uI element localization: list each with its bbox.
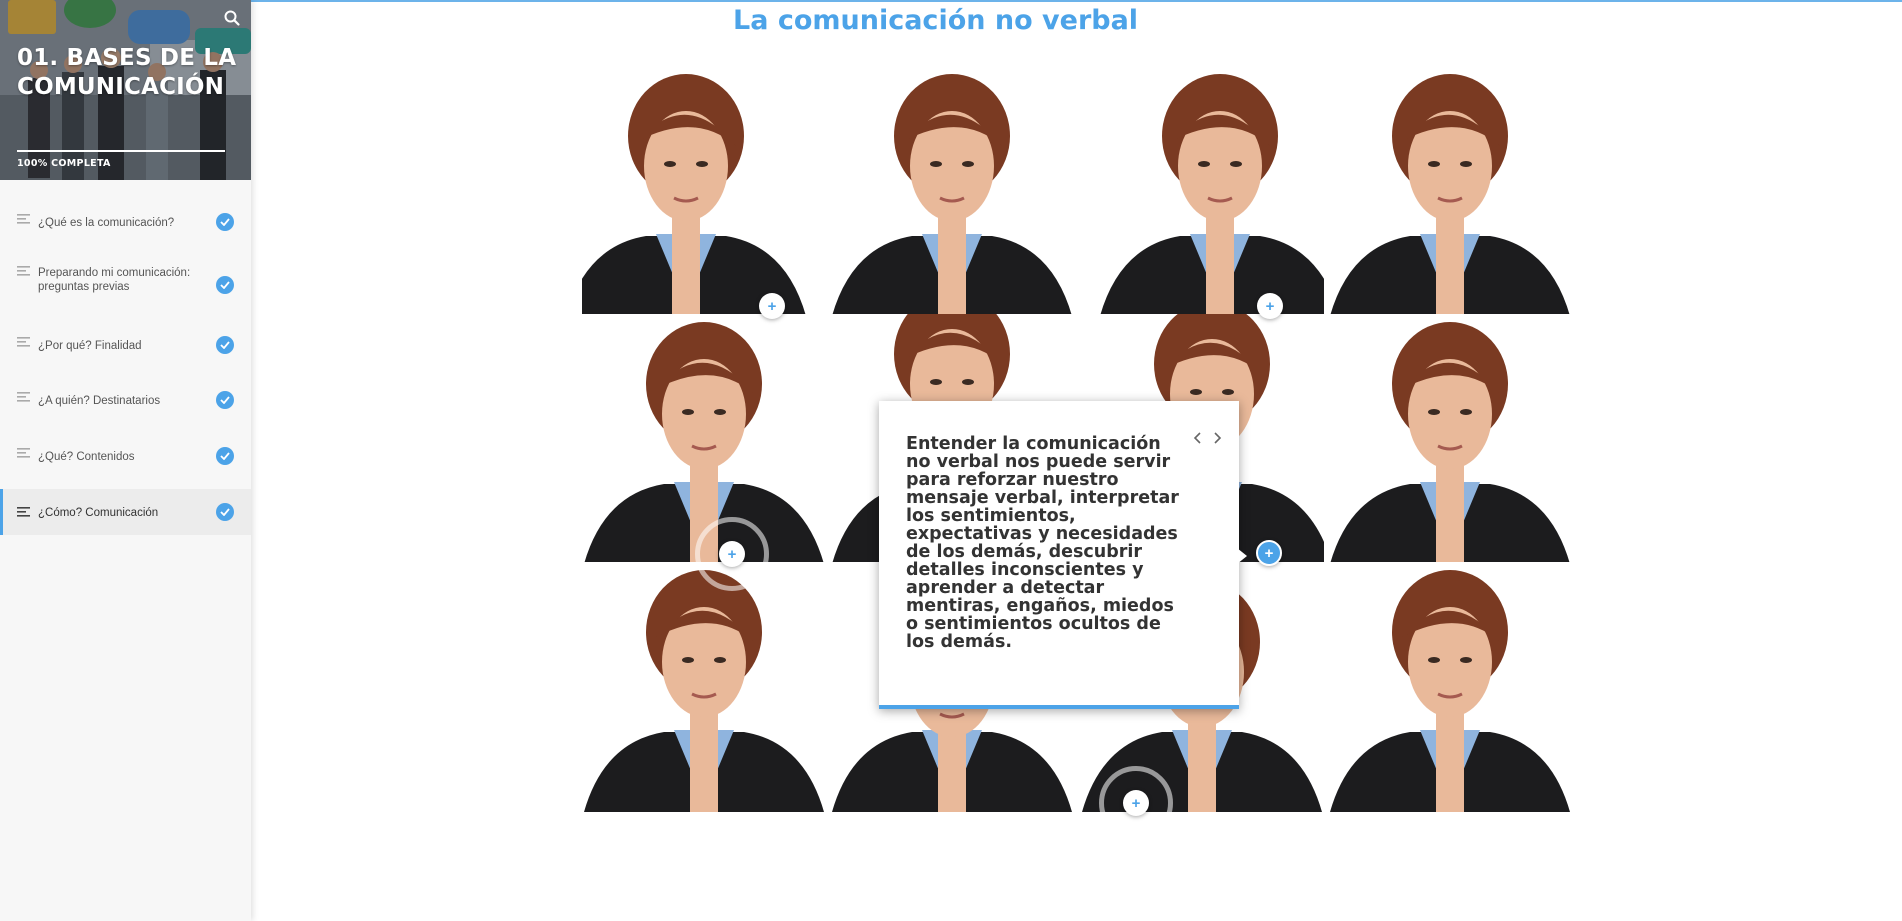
check-icon [220, 281, 230, 289]
lesson-complete-badge [216, 336, 234, 354]
plus-icon: + [1265, 297, 1275, 315]
expression-photo [1328, 314, 1572, 564]
course-title: 01. BASES DE LA COMUNICACIÓN [17, 45, 237, 100]
hotspot-button[interactable]: + [1257, 293, 1283, 319]
lesson-item-preparando[interactable]: Preparando mi comunicación: preguntas pr… [0, 249, 251, 309]
lesson-menu-icon [17, 266, 30, 276]
check-icon [220, 508, 230, 516]
expression-photo [582, 66, 826, 316]
lesson-label: ¿Qué es la comunicación? [38, 217, 175, 229]
lesson-label: ¿Por qué? Finalidad [38, 340, 142, 352]
check-icon [220, 218, 230, 226]
lesson-complete-badge [216, 447, 234, 465]
lesson-item-a-quien[interactable]: ¿A quién? Destinatarios [0, 372, 251, 422]
lesson-complete-badge [216, 391, 234, 409]
search-icon [224, 10, 240, 26]
top-border [251, 0, 1902, 2]
plus-icon: + [1264, 544, 1274, 562]
expression-photo [1080, 66, 1324, 316]
plus-icon: + [727, 545, 737, 563]
popup-pointer [1237, 548, 1247, 564]
check-icon [220, 396, 230, 404]
hotspot-button-active[interactable]: + [1256, 540, 1282, 566]
search-button[interactable] [223, 9, 241, 27]
lesson-menu-icon [17, 507, 30, 517]
expression-photo [830, 66, 1074, 316]
check-icon [220, 341, 230, 349]
lesson-menu-icon [17, 392, 30, 402]
expression-photo [582, 562, 826, 812]
hotspot-button[interactable]: + [1099, 766, 1173, 840]
page-title: La comunicación no verbal [733, 5, 1139, 36]
chevron-right-icon [1214, 432, 1222, 444]
lesson-item-por-que[interactable]: ¿Por qué? Finalidad [0, 317, 251, 367]
plus-icon: + [1131, 794, 1141, 812]
popup-next-button[interactable] [1209, 429, 1225, 447]
lesson-label: ¿A quién? Destinatarios [38, 395, 161, 407]
chevron-left-icon [1193, 432, 1201, 444]
hotspot-popup: Entender la comunicación no verbal nos p… [879, 401, 1247, 709]
lesson-label: Preparando mi comunicación: preguntas pr… [38, 267, 191, 293]
lesson-complete-badge [216, 503, 234, 521]
lesson-menu-icon [17, 448, 30, 458]
lesson-complete-badge [216, 213, 234, 231]
lesson-item-que-es[interactable]: ¿Qué es la comunicación? [0, 194, 251, 244]
expression-photo [1328, 66, 1572, 316]
lesson-item-que[interactable]: ¿Qué? Contenidos [0, 428, 251, 478]
lesson-menu-icon [17, 337, 30, 347]
lesson-menu-icon [17, 214, 30, 224]
check-icon [220, 452, 230, 460]
course-sidebar: 01. BASES DE LA COMUNICACIÓN 100% COMPLE… [0, 0, 251, 921]
lesson-label: ¿Cómo? Comunicación [38, 507, 159, 519]
popup-text: Entender la comunicación no verbal nos p… [906, 434, 1179, 652]
course-progress-bar [17, 150, 225, 152]
expression-photo [1328, 562, 1572, 812]
hotspot-button[interactable]: + [759, 293, 785, 319]
hotspot-button[interactable]: + [695, 517, 769, 591]
course-progress-label: 100% COMPLETA [17, 158, 111, 169]
lesson-complete-badge [216, 276, 234, 294]
course-header: 01. BASES DE LA COMUNICACIÓN 100% COMPLE… [0, 0, 251, 180]
expression-photo [582, 314, 826, 564]
lesson-item-como[interactable]: ¿Cómo? Comunicación [0, 489, 251, 535]
lesson-label: ¿Qué? Contenidos [38, 451, 135, 463]
popup-prev-button[interactable] [1190, 429, 1206, 447]
plus-icon: + [767, 297, 777, 315]
